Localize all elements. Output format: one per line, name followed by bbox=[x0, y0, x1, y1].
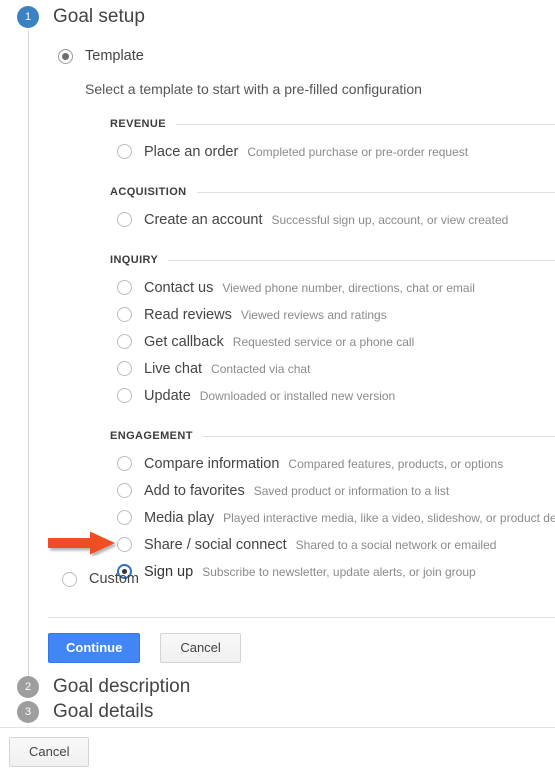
step-3-badge: 3 bbox=[17, 701, 39, 723]
template-option-name: Sign up bbox=[144, 563, 194, 580]
section-options: Compare information Compared features, pr… bbox=[110, 450, 555, 585]
template-option-radio-icon[interactable] bbox=[117, 212, 132, 227]
step-1-header: 1 Goal setup bbox=[17, 6, 145, 28]
template-option-radio-icon[interactable] bbox=[117, 334, 132, 349]
template-option-radio-icon[interactable] bbox=[117, 537, 132, 552]
template-option-description: Shared to a social network or emailed bbox=[295, 537, 497, 552]
template-option-row[interactable]: Sign up Subscribe to newsletter, update a… bbox=[117, 558, 555, 585]
template-option-radio-icon[interactable] bbox=[117, 388, 132, 403]
section-header-rule bbox=[196, 191, 555, 193]
template-option-name: Compare information bbox=[144, 455, 280, 472]
template-option-radio-icon[interactable] bbox=[117, 307, 132, 322]
template-option-description: Played interactive media, like a video, … bbox=[223, 510, 555, 525]
custom-option-row[interactable]: Custom bbox=[62, 571, 139, 587]
template-option-name: Share / social connect bbox=[144, 536, 287, 553]
template-option-name: Read reviews bbox=[144, 306, 232, 323]
template-option-description: Contacted via chat bbox=[211, 361, 311, 376]
template-radio-icon[interactable] bbox=[58, 48, 73, 64]
template-option-name: Update bbox=[144, 387, 191, 404]
template-option-description: Viewed reviews and ratings bbox=[240, 307, 387, 322]
template-section: REVENUE Place an order Completed purchase … bbox=[110, 117, 555, 165]
bottom-divider bbox=[0, 727, 555, 728]
template-option-description: Successful sign up, account, or view cre… bbox=[271, 212, 509, 227]
section-header-rule bbox=[202, 435, 555, 437]
template-option-description: Subscribe to newsletter, update alerts, … bbox=[202, 564, 476, 579]
template-section: INQUIRY Contact us Viewed phone number, di… bbox=[110, 253, 555, 409]
action-button-bar: Continue Cancel bbox=[48, 633, 241, 663]
section-options: Create an account Successful sign up, acc… bbox=[110, 206, 555, 233]
template-option-description: Completed purchase or pre-order request bbox=[247, 144, 469, 159]
section-header: REVENUE bbox=[110, 117, 555, 131]
template-option-radio-icon[interactable] bbox=[117, 144, 132, 159]
template-option-radio-icon[interactable] bbox=[117, 483, 132, 498]
template-sections: REVENUE Place an order Completed purchase … bbox=[58, 117, 555, 585]
template-option-row[interactable]: Contact us Viewed phone number, direction… bbox=[117, 274, 555, 301]
template-option-label: Template bbox=[85, 48, 144, 64]
section-header-rule bbox=[168, 259, 555, 261]
section-header: INQUIRY bbox=[110, 253, 555, 267]
step-1-badge: 1 bbox=[17, 6, 39, 28]
step-3-header[interactable]: 3 Goal details bbox=[17, 701, 153, 723]
template-option-name: Create an account bbox=[144, 211, 263, 228]
template-option-radio-icon[interactable] bbox=[117, 361, 132, 376]
template-option-name: Get callback bbox=[144, 333, 224, 350]
section-header: ACQUISITION bbox=[110, 185, 555, 199]
template-option-description: Viewed phone number, directions, chat or… bbox=[222, 280, 475, 295]
template-option-row[interactable]: Place an order Completed purchase or pre-… bbox=[117, 138, 555, 165]
template-option-description: Downloaded or installed new version bbox=[199, 388, 396, 403]
template-option-description: Compared features, products, or options bbox=[288, 456, 504, 471]
template-option-description: Saved product or information to a list bbox=[253, 483, 450, 498]
template-option-row[interactable]: Update Downloaded or installed new versio… bbox=[117, 382, 555, 409]
template-option-row[interactable]: Compare information Compared features, pr… bbox=[117, 450, 555, 477]
template-option-radio-icon[interactable] bbox=[117, 456, 132, 471]
section-options: Place an order Completed purchase or pre-… bbox=[110, 138, 555, 165]
template-option-name: Place an order bbox=[144, 143, 239, 160]
custom-option-label: Custom bbox=[89, 571, 139, 587]
step-connector-line bbox=[28, 30, 29, 680]
section-options: Contact us Viewed phone number, direction… bbox=[110, 274, 555, 409]
template-option-row[interactable]: Live chat Contacted via chat bbox=[117, 355, 555, 382]
step-1-title: Goal setup bbox=[53, 6, 145, 27]
section-header-label: ACQUISITION bbox=[110, 186, 187, 198]
template-option-radio-icon[interactable] bbox=[117, 510, 132, 525]
template-option-row[interactable]: Read reviews Viewed reviews and ratings bbox=[117, 301, 555, 328]
template-option-name: Media play bbox=[144, 509, 215, 526]
step-3-title: Goal details bbox=[53, 701, 154, 722]
section-header-label: REVENUE bbox=[110, 118, 166, 130]
template-option-radio-icon[interactable] bbox=[117, 280, 132, 295]
template-option-row[interactable]: Create an account Successful sign up, acc… bbox=[117, 206, 555, 233]
cancel-button[interactable]: Cancel bbox=[160, 633, 241, 663]
buttons-divider bbox=[48, 617, 555, 618]
template-option-name: Contact us bbox=[144, 279, 214, 296]
template-option-name: Add to favorites bbox=[144, 482, 245, 499]
section-header-label: INQUIRY bbox=[110, 254, 159, 266]
bottom-cancel-button[interactable]: Cancel bbox=[9, 737, 90, 767]
template-option-row[interactable]: Get callback Requested service or a phone… bbox=[117, 328, 555, 355]
template-option-row[interactable]: Template bbox=[58, 44, 555, 68]
continue-button[interactable]: Continue bbox=[48, 633, 141, 663]
section-header-label: ENGAGEMENT bbox=[110, 430, 193, 442]
template-section: ENGAGEMENT Compare information Compared fe… bbox=[110, 429, 555, 585]
template-option-row[interactable]: Add to favorites Saved product or informa… bbox=[117, 477, 555, 504]
step-2-badge: 2 bbox=[17, 676, 39, 698]
goal-setup-page: 1 Goal setup Template Select a template … bbox=[0, 0, 555, 774]
template-option-row[interactable]: Share / social connect Shared to a social… bbox=[117, 531, 555, 558]
section-header-rule bbox=[175, 123, 555, 125]
template-option-row[interactable]: Media play Played interactive media, like… bbox=[117, 504, 555, 531]
step-2-header[interactable]: 2 Goal description bbox=[17, 676, 190, 698]
section-header: ENGAGEMENT bbox=[110, 429, 555, 443]
goal-setup-content: Template Select a template to start with… bbox=[58, 44, 555, 585]
template-option-name: Live chat bbox=[144, 360, 203, 377]
custom-radio-icon[interactable] bbox=[62, 571, 77, 587]
template-option-description: Requested service or a phone call bbox=[232, 334, 415, 349]
template-helper-text: Select a template to start with a pre-fi… bbox=[85, 81, 422, 97]
template-section: ACQUISITION Create an account Successful s… bbox=[110, 185, 555, 233]
step-2-title: Goal description bbox=[53, 676, 191, 697]
